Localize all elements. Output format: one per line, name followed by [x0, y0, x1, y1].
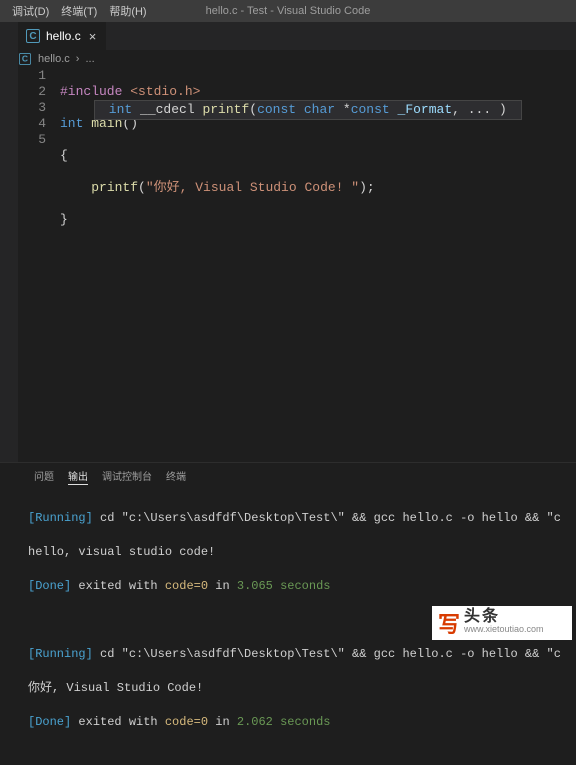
- tab-filename: hello.c: [46, 29, 81, 43]
- panel-tabs: 问题 输出 调试控制台 终端: [0, 463, 576, 489]
- menu-debug[interactable]: 调试(D): [6, 3, 55, 19]
- code-token: #include: [60, 84, 122, 99]
- code-editor[interactable]: 1 2 3 4 5 #include <stdio.h> int main() …: [0, 68, 576, 462]
- menu-terminal[interactable]: 终端(T): [55, 3, 103, 19]
- line-number: 4: [18, 116, 46, 132]
- code-token: printf: [91, 180, 138, 195]
- hint-token: const: [351, 102, 390, 117]
- panel-tab-problems[interactable]: 问题: [34, 467, 54, 485]
- panel-tab-debug[interactable]: 调试控制台: [102, 467, 152, 485]
- panel-tab-output[interactable]: 输出: [68, 467, 88, 485]
- code-token: int: [60, 116, 83, 131]
- tab-hello-c[interactable]: C hello.c ×: [18, 22, 106, 50]
- breadcrumb[interactable]: C hello.c › ...: [0, 50, 576, 68]
- code-token: );: [359, 180, 375, 195]
- term-text: in: [208, 715, 237, 729]
- hint-token: printf: [202, 102, 249, 117]
- code-token: "你好, Visual Studio Code! ": [146, 180, 359, 195]
- term-text: 2.062 seconds: [237, 715, 331, 729]
- code-token: (: [138, 180, 146, 195]
- watermark-logo-icon: 写: [438, 607, 460, 639]
- breadcrumb-more: ...: [85, 53, 94, 65]
- term-text: exited with: [71, 579, 165, 593]
- term-text: 你好, Visual Studio Code!: [28, 680, 576, 697]
- term-tag: [Done]: [28, 579, 71, 593]
- line-number: 3: [18, 100, 46, 116]
- menu-bar: 调试(D) 终端(T) 帮助(H) hello.c - Test - Visua…: [0, 0, 576, 22]
- hint-token: (: [249, 102, 257, 117]
- hint-token: int: [101, 102, 132, 117]
- term-text: code=0: [165, 579, 208, 593]
- hint-token: *: [335, 102, 351, 117]
- chevron-right-icon: ›: [76, 53, 80, 65]
- hint-token: char: [296, 102, 335, 117]
- code-area[interactable]: #include <stdio.h> int main() { printf("…: [60, 68, 375, 462]
- term-tag: [Running]: [28, 511, 93, 525]
- panel-tab-terminal[interactable]: 终端: [166, 467, 186, 485]
- line-number: 1: [18, 68, 46, 84]
- window-title: hello.c - Test - Visual Studio Code: [206, 5, 371, 17]
- line-gutter: 1 2 3 4 5: [18, 68, 60, 462]
- term-text: exited with: [71, 715, 165, 729]
- hint-token: const: [257, 102, 296, 117]
- c-file-icon: C: [19, 53, 31, 65]
- c-file-icon: C: [26, 29, 40, 43]
- term-text: 3.065 seconds: [237, 579, 331, 593]
- watermark-url: www.xietoutiao.com: [464, 623, 544, 635]
- term-text: cd "c:\Users\asdfdf\Desktop\Test\" && gc…: [93, 647, 561, 661]
- breadcrumb-file: hello.c: [38, 53, 70, 65]
- hint-token: _Format: [390, 102, 452, 117]
- editor-tabs: C hello.c ×: [0, 22, 576, 50]
- code-indent: [60, 180, 91, 195]
- watermark: 写 头条 www.xietoutiao.com: [432, 606, 572, 640]
- term-text: in: [208, 579, 237, 593]
- term-tag: [Running]: [28, 647, 93, 661]
- code-token: {: [60, 148, 68, 163]
- code-token: <stdio.h>: [122, 84, 200, 99]
- hint-token: __cdecl: [132, 102, 202, 117]
- code-token: }: [60, 212, 68, 227]
- term-tag: [Done]: [28, 715, 71, 729]
- hint-token: , ... ): [452, 102, 514, 117]
- watermark-title: 头条: [464, 611, 544, 623]
- close-icon[interactable]: ×: [87, 29, 99, 44]
- term-text: hello, visual studio code!: [28, 544, 576, 561]
- term-text: code=0: [165, 715, 208, 729]
- signature-hint: int __cdecl printf(const char *const _Fo…: [94, 100, 522, 120]
- line-number: 2: [18, 84, 46, 100]
- menu-help[interactable]: 帮助(H): [103, 3, 152, 19]
- line-number: 5: [18, 132, 46, 148]
- term-text: cd "c:\Users\asdfdf\Desktop\Test\" && gc…: [93, 511, 561, 525]
